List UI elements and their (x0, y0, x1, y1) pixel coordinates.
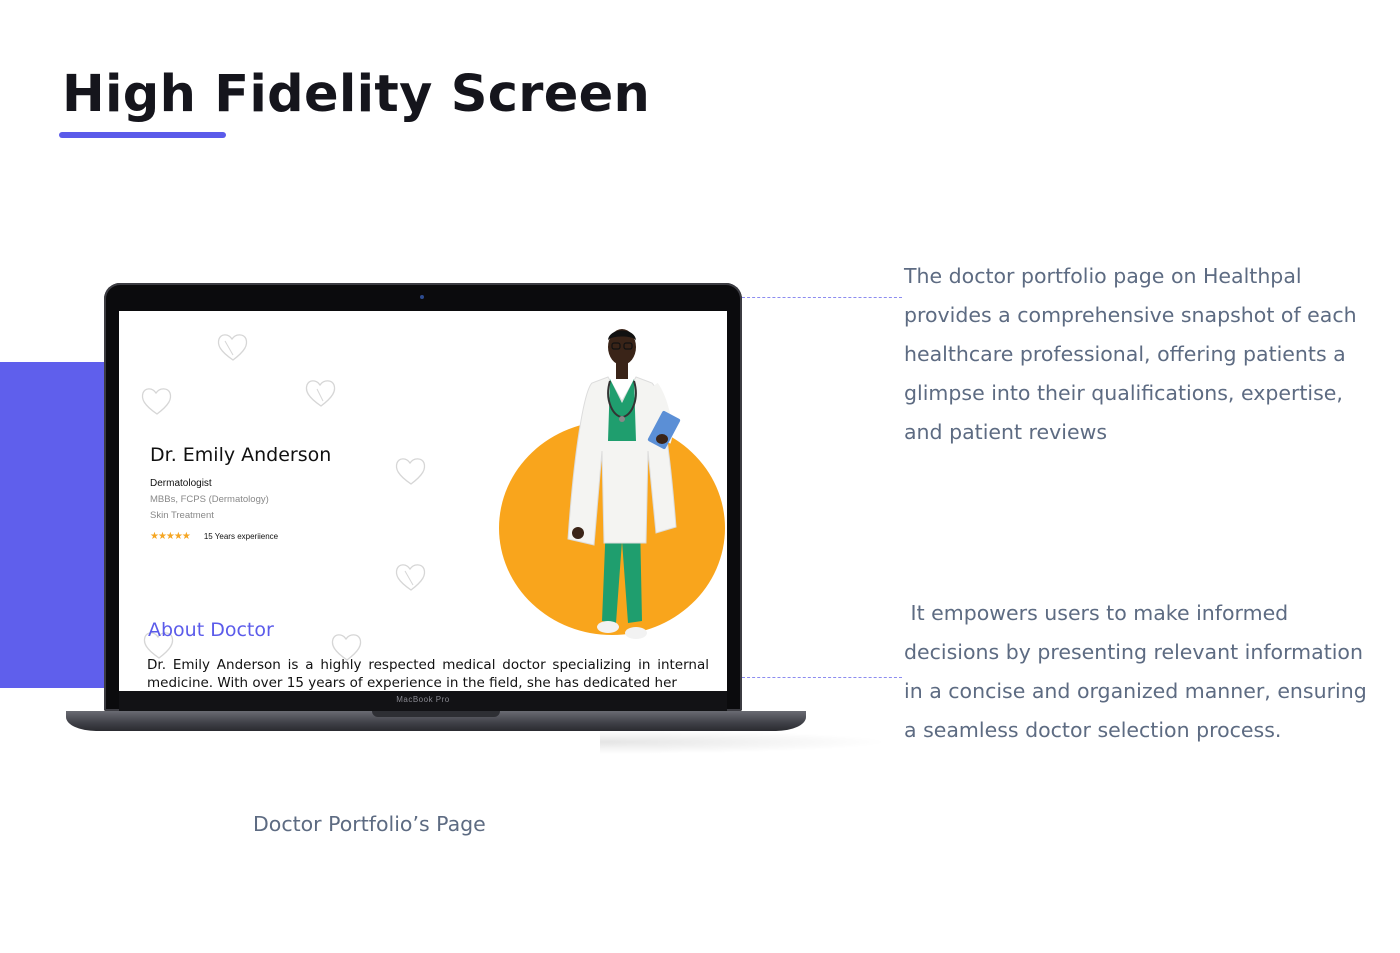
page-title: High Fidelity Screen (62, 65, 651, 124)
title-underline (59, 132, 226, 138)
laptop-mockup: Dr. Emily Anderson Dermatologist MBBs, F… (66, 283, 806, 763)
mockup-caption: Doctor Portfolio’s Page (253, 812, 486, 836)
heart-outline-icon (217, 334, 248, 361)
experience-label: 15 Years experiience (203, 532, 279, 541)
heart-outline-icon (395, 564, 426, 591)
description-benefits: It empowers users to make informed decis… (904, 601, 1374, 742)
doctor-specialty: Dermatologist (150, 478, 212, 489)
laptop-lid: Dr. Emily Anderson Dermatologist MBBs, F… (104, 283, 742, 711)
doctor-qualifications: MBBs, FCPS (Dermatology) (150, 494, 269, 505)
description-portfolio: The doctor portfolio page on Healthpal p… (904, 264, 1357, 444)
heart-outline-icon (395, 458, 426, 485)
connector-line-bottom (742, 677, 902, 678)
laptop-base (66, 711, 806, 731)
heart-outline-icon (305, 380, 336, 407)
rating-row: ★★★★★ 15 Years experiience (150, 531, 278, 542)
camera-icon (420, 295, 424, 299)
connector-line-top (742, 297, 902, 298)
screen-bezel: MacBook Pro (119, 691, 727, 711)
laptop-model-label: MacBook Pro (396, 695, 450, 704)
doctor-photo (567, 329, 681, 639)
laptop-notch (372, 711, 500, 717)
about-doctor-heading: About Doctor (148, 619, 274, 641)
doctor-name: Dr. Emily Anderson (150, 444, 332, 466)
star-rating: ★★★★★ (150, 531, 191, 542)
doctor-service: Skin Treatment (150, 510, 214, 521)
about-doctor-text: Dr. Emily Anderson is a highly respected… (147, 657, 709, 691)
laptop-screen: Dr. Emily Anderson Dermatologist MBBs, F… (119, 311, 727, 691)
heart-outline-icon (141, 388, 172, 415)
